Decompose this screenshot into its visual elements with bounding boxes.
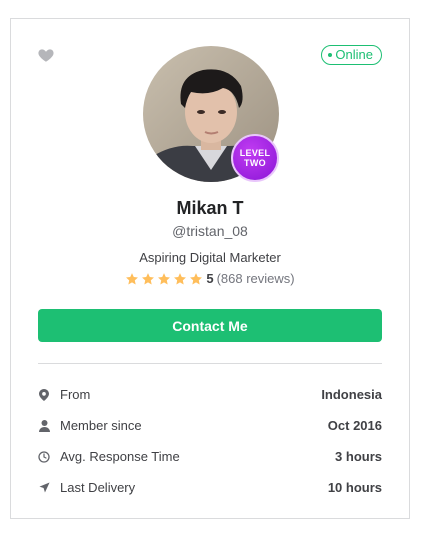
info-row-last-delivery: Last Delivery 10 hours xyxy=(38,472,382,503)
online-status-badge: Online xyxy=(321,45,382,65)
seller-level-badge: LEVEL TWO xyxy=(231,134,279,182)
star-icon xyxy=(142,272,155,284)
star-icon xyxy=(174,272,187,284)
contact-me-button[interactable]: Contact Me xyxy=(38,309,382,342)
user-icon xyxy=(38,419,50,432)
level-badge-line1: LEVEL xyxy=(239,148,271,158)
rating-row: 5 (868 reviews) xyxy=(11,271,409,286)
clock-icon xyxy=(38,450,50,463)
location-pin-icon xyxy=(38,388,50,401)
rating-stars xyxy=(125,272,203,286)
divider xyxy=(38,363,382,364)
seller-info-list: From Indonesia Member since Oct 2016 Avg… xyxy=(38,379,382,503)
info-row-from: From Indonesia xyxy=(38,379,382,410)
info-value: Indonesia xyxy=(321,387,382,402)
review-count-link[interactable]: (868 reviews) xyxy=(217,271,295,286)
info-label: Member since xyxy=(60,418,142,433)
send-icon xyxy=(38,482,50,494)
seller-card: Online LEVEL TWO Mikan T @tristan_08 Asp… xyxy=(10,18,410,519)
info-value: Oct 2016 xyxy=(327,418,382,433)
star-icon xyxy=(126,272,139,284)
info-label: Last Delivery xyxy=(60,480,136,495)
avatar-container[interactable]: LEVEL TWO xyxy=(143,46,279,182)
star-icon xyxy=(190,272,203,284)
rating-score: 5 xyxy=(206,271,214,286)
level-badge-line2: TWO xyxy=(244,158,266,168)
heart-icon[interactable] xyxy=(37,46,55,64)
info-value: 10 hours xyxy=(327,480,382,495)
online-status-label: Online xyxy=(335,47,373,62)
info-row-member-since: Member since Oct 2016 xyxy=(38,410,382,441)
seller-tagline: Aspiring Digital Marketer xyxy=(139,250,281,265)
info-value: 3 hours xyxy=(335,449,382,464)
info-label: Avg. Response Time xyxy=(60,449,180,464)
online-dot-icon xyxy=(328,53,333,57)
star-icon xyxy=(158,272,171,284)
info-label: From xyxy=(60,387,91,402)
info-row-response-time: Avg. Response Time 3 hours xyxy=(38,441,382,472)
seller-username: @tristan_08 xyxy=(172,223,248,239)
seller-name[interactable]: Mikan T xyxy=(11,198,409,219)
